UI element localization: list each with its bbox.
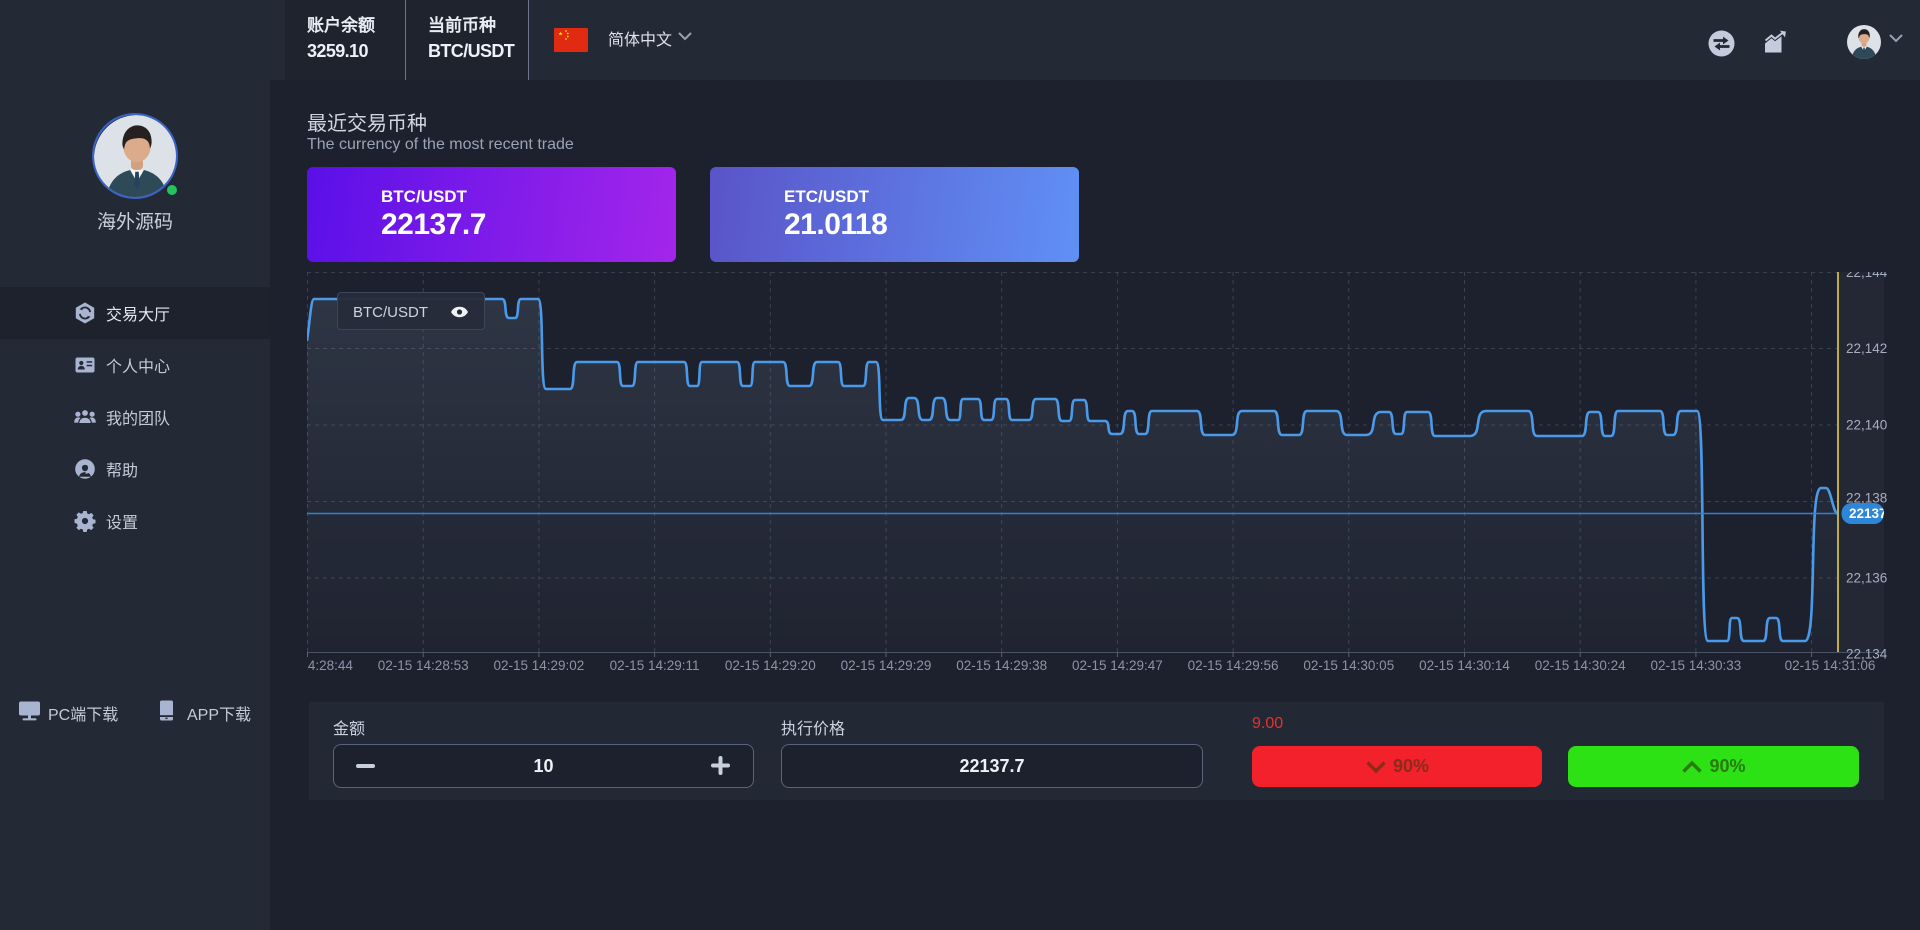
svg-text:02-15 14:28:53: 02-15 14:28:53 bbox=[378, 658, 469, 673]
svg-text:02-15 14:29:11: 02-15 14:29:11 bbox=[610, 658, 700, 673]
svg-text:02-15 14:30:33: 02-15 14:30:33 bbox=[1650, 658, 1741, 673]
svg-text:22137.7: 22137.7 bbox=[1849, 506, 1898, 521]
svg-text:22,140: 22,140 bbox=[1846, 418, 1887, 433]
svg-text:02-15 14:29:38: 02-15 14:29:38 bbox=[956, 658, 1047, 673]
svg-text:02-15 14:30:14: 02-15 14:30:14 bbox=[1419, 658, 1510, 673]
svg-text:02-15 14:30:05: 02-15 14:30:05 bbox=[1303, 658, 1394, 673]
svg-text:22,136: 22,136 bbox=[1846, 571, 1887, 586]
svg-text:02-15 14:30:24: 02-15 14:30:24 bbox=[1535, 658, 1626, 673]
svg-text:02-15 14:29:56: 02-15 14:29:56 bbox=[1188, 658, 1279, 673]
svg-text:02-15 14:29:47: 02-15 14:29:47 bbox=[1072, 658, 1163, 673]
svg-text:02-15 14:29:29: 02-15 14:29:29 bbox=[841, 658, 932, 673]
svg-text:22,144: 22,144 bbox=[1846, 272, 1888, 280]
svg-text:22,134: 22,134 bbox=[1846, 647, 1888, 662]
svg-text:22,142: 22,142 bbox=[1846, 341, 1887, 356]
svg-text:02-15 14:29:20: 02-15 14:29:20 bbox=[725, 658, 816, 673]
svg-text:02-15 14:28:44: 02-15 14:28:44 bbox=[307, 658, 353, 673]
svg-text:02-15 14:29:02: 02-15 14:29:02 bbox=[493, 658, 584, 673]
